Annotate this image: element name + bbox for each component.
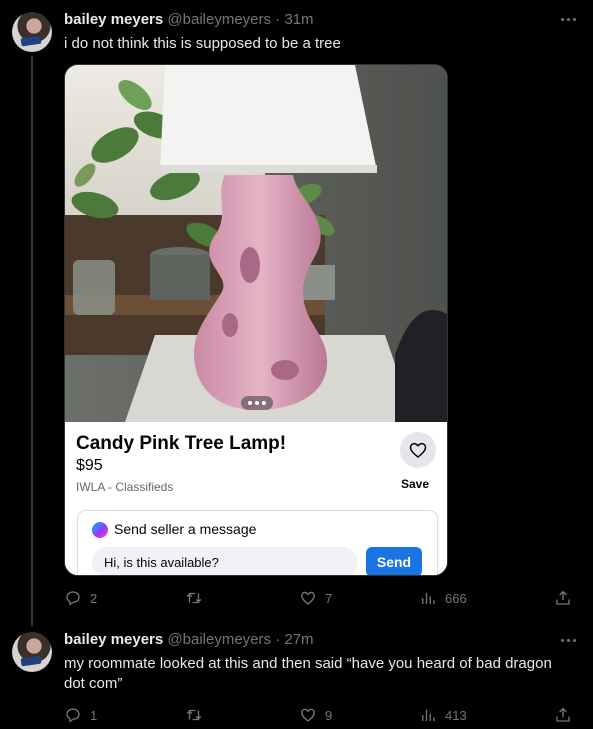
tweet-media[interactable]: Candy Pink Tree Lamp! $95 IWLA - Classif… [64,64,448,576]
timestamp[interactable]: 27m [284,631,313,648]
like-count: 9 [325,707,333,723]
marketplace-listing: Candy Pink Tree Lamp! $95 IWLA - Classif… [65,422,447,575]
more-icon[interactable] [559,10,577,28]
tweet-header: bailey meyers @baileymeyers · 31m [64,11,314,28]
save-label[interactable]: Save [401,477,429,491]
send-button[interactable]: Send [366,547,422,575]
more-icon[interactable] [559,631,577,649]
share-icon [556,707,570,722]
view-count: 413 [445,707,467,723]
message-title: Send seller a message [114,521,257,537]
tweet[interactable]: bailey meyers @baileymeyers · 27m my roo… [0,625,593,729]
listing-title: Candy Pink Tree Lamp! [76,433,287,454]
views-button[interactable]: 666 [419,589,467,607]
message-seller-card: Send seller a message Hi, is this availa… [78,511,437,575]
retweet-icon [186,592,202,604]
reply-icon [66,708,80,723]
user-handle[interactable]: @baileymeyers [167,631,271,648]
retweet-icon [186,709,202,721]
user-handle[interactable]: @baileymeyers [167,11,271,28]
avatar[interactable] [12,12,52,52]
share-icon [556,590,570,605]
views-icon [422,709,435,721]
tweet-actions: 2 7 666 [64,589,584,609]
heart-outline-icon [409,442,427,459]
separator: · [275,631,281,648]
heart-icon [300,708,316,722]
share-button[interactable] [554,706,572,724]
views-button[interactable]: 413 [419,706,467,724]
reply-icon [66,591,80,606]
display-name[interactable]: bailey meyers [64,11,163,28]
separator: · [275,11,281,28]
display-name[interactable]: bailey meyers [64,631,163,648]
reply-count: 1 [90,707,98,723]
views-icon [422,592,435,604]
timestamp[interactable]: 31m [284,11,313,28]
thread-line [31,56,33,626]
like-button[interactable]: 7 [299,589,332,607]
messenger-icon [92,522,108,538]
tweet-text: i do not think this is supposed to be a … [64,35,341,52]
view-count: 666 [445,590,467,606]
tweet-header: bailey meyers @baileymeyers · 27m [64,631,314,648]
message-input[interactable]: Hi, is this available? [92,547,358,575]
reply-button[interactable]: 2 [64,589,97,607]
retweet-button[interactable] [185,589,211,607]
tweet-text: my roommate looked at this and then said… [64,655,552,692]
like-button[interactable]: 9 [299,706,332,724]
tweet[interactable]: bailey meyers @baileymeyers · 31m i do n… [0,0,593,626]
heart-icon [300,591,316,605]
save-button[interactable] [400,432,436,468]
share-button[interactable] [554,589,572,607]
lamp-photo [65,65,447,422]
listing-location: IWLA - Classifieds [76,480,174,494]
listing-price: $95 [76,457,103,474]
image-pager-dots[interactable] [241,396,273,410]
avatar[interactable] [12,632,52,672]
like-count: 7 [325,590,333,606]
retweet-button[interactable] [185,706,211,724]
tweet-actions: 1 9 413 [64,706,584,726]
reply-count: 2 [90,590,98,606]
reply-button[interactable]: 1 [64,706,97,724]
